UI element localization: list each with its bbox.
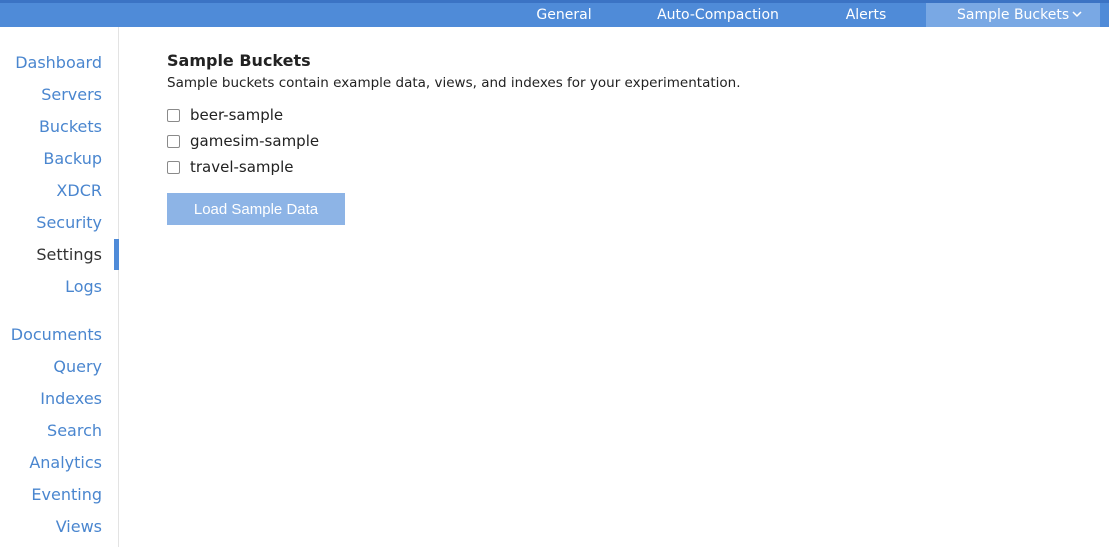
sidebar-item-search[interactable]: Search [47,418,102,444]
sidebar-item-backup[interactable]: Backup [43,146,102,172]
sidebar-item-documents[interactable]: Documents [11,322,102,348]
sidebar-item-buckets[interactable]: Buckets [39,114,102,140]
page-subtitle: Sample buckets contain example data, vie… [167,75,741,91]
sidebar-item-eventing[interactable]: Eventing [31,482,102,508]
sidebar-item-settings[interactable]: Settings [36,242,102,268]
active-indicator [114,239,119,270]
tab-auto-compaction[interactable]: Auto-Compaction [640,3,796,27]
beer-sample-checkbox[interactable] [167,109,180,122]
sidebar-item-security[interactable]: Security [36,210,102,236]
travel-sample-label[interactable]: travel-sample [190,157,293,177]
beer-sample-label[interactable]: beer-sample [190,105,283,125]
sidebar-nav: Dashboard Servers Buckets Backup XDCR Se… [0,27,119,547]
travel-sample-checkbox[interactable] [167,161,180,174]
gamesim-sample-label[interactable]: gamesim-sample [190,131,319,151]
sidebar-item-logs[interactable]: Logs [65,274,102,300]
sidebar-item-xdcr[interactable]: XDCR [56,178,102,204]
tab-sample-buckets[interactable]: Sample Buckets [926,3,1100,27]
sidebar-item-servers[interactable]: Servers [41,82,102,108]
sidebar-item-indexes[interactable]: Indexes [40,386,102,412]
sidebar-item-views[interactable]: Views [56,514,102,540]
tab-sample-buckets-label: Sample Buckets [957,7,1070,23]
chevron-down-icon[interactable] [1072,3,1086,27]
page-title: Sample Buckets [167,51,311,70]
gamesim-sample-checkbox[interactable] [167,135,180,148]
tab-alerts[interactable]: Alerts [826,3,906,27]
sidebar-item-query[interactable]: Query [53,354,102,380]
top-tab-bar: General Auto-Compaction Alerts Sample Bu… [0,0,1109,27]
load-sample-data-button[interactable]: Load Sample Data [167,193,345,225]
tab-general[interactable]: General [520,3,608,27]
sidebar-item-dashboard[interactable]: Dashboard [15,50,102,76]
sidebar-item-analytics[interactable]: Analytics [29,450,102,476]
